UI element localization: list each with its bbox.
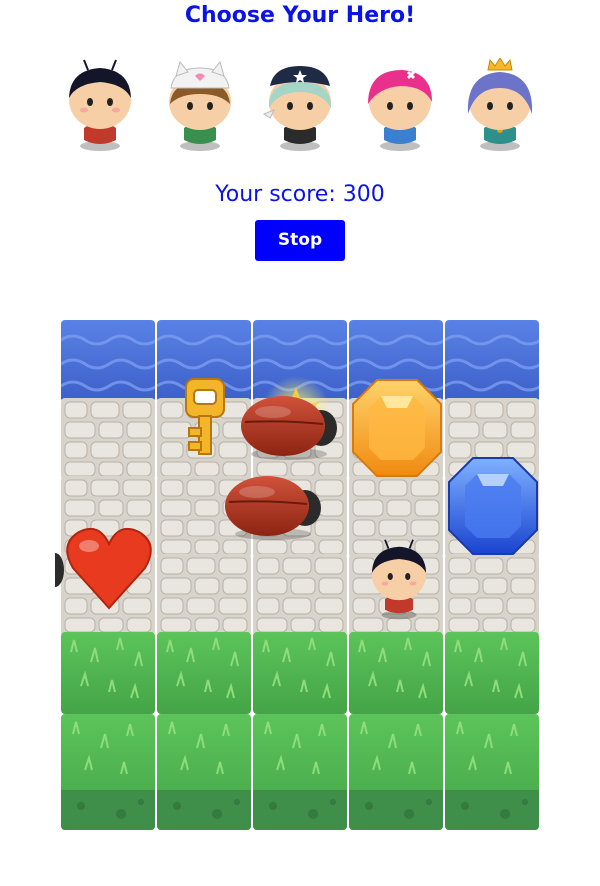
hero-option-cat[interactable] (162, 58, 238, 154)
red-beetle (239, 392, 339, 462)
water-tile (61, 320, 155, 402)
grass-tile (61, 632, 155, 714)
hero-selector (0, 58, 600, 158)
blue-gem[interactable] (447, 456, 539, 556)
grass-tile (445, 632, 539, 714)
key-icon[interactable] (183, 376, 227, 460)
red-beetle (223, 472, 323, 542)
stop-button[interactable]: Stop (255, 220, 345, 261)
stone-tile (157, 554, 251, 636)
player-hero[interactable] (361, 538, 437, 622)
hero-option-pirate[interactable] (262, 58, 338, 154)
hero-option-pink[interactable] (362, 58, 438, 154)
hero-option-princess[interactable] (462, 58, 538, 154)
score-display: Your score: 300 (215, 182, 385, 207)
grass-tile (445, 714, 539, 830)
hero-option-boy[interactable] (62, 58, 138, 154)
stone-tile (445, 554, 539, 636)
page-title: Choose Your Hero! (184, 3, 416, 28)
stone-tile (61, 398, 155, 480)
beetle-edge (46, 550, 65, 590)
orange-gem[interactable] (351, 378, 443, 478)
grass-tile (349, 714, 443, 830)
grass-tile (253, 714, 347, 830)
water-tile (445, 320, 539, 402)
grass-tile (61, 714, 155, 830)
grass-tile (253, 632, 347, 714)
game-board[interactable] (46, 320, 541, 830)
stone-tile (253, 554, 347, 636)
grass-tile (349, 632, 443, 714)
heart-icon[interactable] (65, 526, 153, 610)
grass-tile (157, 714, 251, 830)
grass-tile (157, 632, 251, 714)
